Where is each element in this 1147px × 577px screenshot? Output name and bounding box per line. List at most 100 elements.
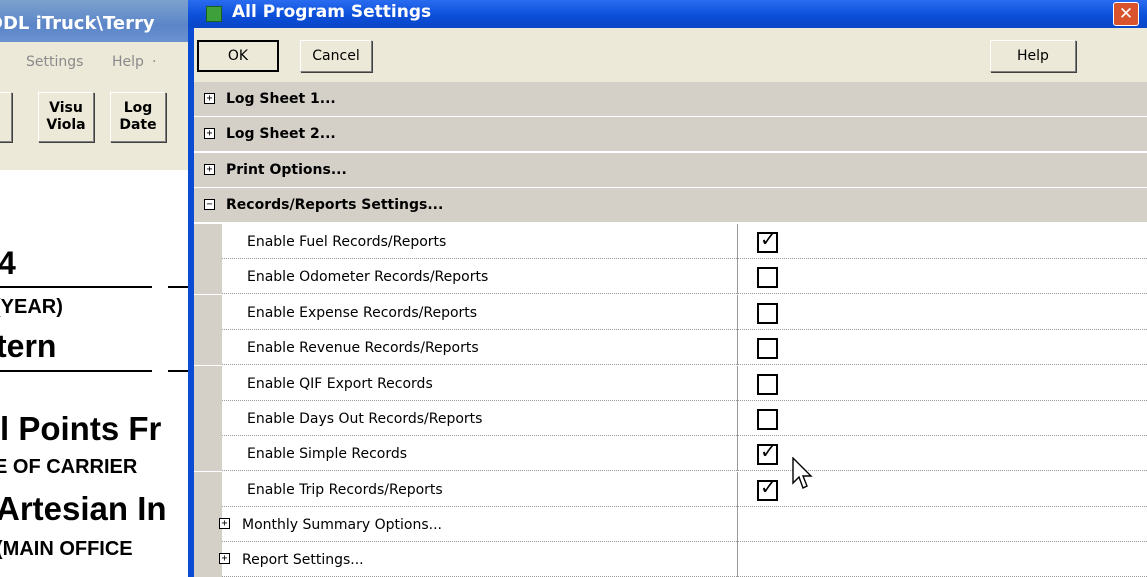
log-text-carrier: E OF CARRIER [0, 456, 138, 478]
row-margin [194, 472, 222, 507]
section-print-options[interactable]: + Print Options... [194, 153, 1147, 188]
background-toolbar: Visu Viola Log Date [0, 80, 200, 170]
setting-label: Enable QIF Export Records [247, 376, 433, 392]
setting-label: Enable Revenue Records/Reports [247, 340, 479, 356]
setting-row[interactable]: Enable Odometer Records/Reports [194, 259, 1147, 294]
setting-row[interactable]: Enable Fuel Records/Reports ✓ [194, 224, 1147, 259]
property-grid: + Log Sheet 1... + Log Sheet 2... + Prin… [194, 82, 1147, 577]
check-icon: ✓ [760, 475, 777, 499]
row-margin [194, 224, 222, 259]
subsection-label: Monthly Summary Options... [242, 517, 442, 533]
setting-row[interactable]: Enable Trip Records/Reports ✓ [194, 472, 1147, 507]
log-text-year-value: 4 [0, 245, 16, 281]
toolbar-button-label-bottom: Viola [46, 117, 86, 133]
setting-row[interactable]: Enable QIF Export Records [194, 366, 1147, 401]
section-label: Log Sheet 2... [226, 126, 336, 142]
subsection-label: Report Settings... [242, 552, 364, 568]
toolbar-button-label-top: Visu [49, 100, 83, 116]
subsection-monthly-summary[interactable]: + Monthly Summary Options... [194, 507, 1147, 542]
expand-icon[interactable]: + [219, 518, 230, 529]
log-underline [0, 286, 152, 288]
dialog-title: All Program Settings [232, 2, 432, 22]
setting-checkbox[interactable]: ✓ [757, 227, 778, 253]
settings-dialog: All Program Settings ✕ OK Cancel Help + … [188, 0, 1147, 577]
column-divider [737, 507, 738, 542]
column-divider [737, 259, 738, 294]
toolbar-button-partial[interactable] [0, 92, 12, 142]
help-button[interactable]: Help [990, 40, 1076, 72]
check-icon: ✓ [760, 439, 777, 463]
dialog-titlebar[interactable]: All Program Settings ✕ [188, 0, 1147, 28]
section-label: Records/Reports Settings... [226, 197, 444, 213]
setting-checkbox[interactable] [757, 267, 778, 288]
column-divider [737, 224, 738, 259]
row-margin [194, 542, 222, 577]
section-label: Log Sheet 1... [226, 91, 336, 107]
section-label: Print Options... [226, 162, 347, 178]
setting-checkbox[interactable]: ✓ [757, 475, 778, 501]
log-text-points: l Points Fr [0, 410, 162, 447]
collapse-icon[interactable]: − [204, 199, 215, 210]
setting-label: Enable Trip Records/Reports [247, 482, 443, 498]
section-log-sheet-2[interactable]: + Log Sheet 2... [194, 117, 1147, 152]
background-app-window: DDL iTruck\Terry Settings Help · Visu Vi… [0, 0, 200, 577]
toolbar-button-log-date[interactable]: Log Date [110, 92, 166, 142]
setting-row[interactable]: Enable Simple Records ✓ [194, 436, 1147, 471]
toolbar-button-label-top: Log [123, 100, 153, 116]
expand-icon[interactable]: + [204, 93, 215, 104]
app-icon [206, 6, 222, 22]
cancel-button[interactable]: Cancel [300, 40, 372, 72]
expand-icon[interactable]: + [204, 164, 215, 175]
expand-icon[interactable]: + [219, 553, 230, 564]
toolbar-button-visu-viola[interactable]: Visu Viola [38, 92, 94, 142]
log-text-timezone: tern [0, 328, 57, 364]
setting-checkbox[interactable] [757, 409, 778, 430]
menu-help-arrow-icon: · [152, 54, 157, 70]
expand-icon[interactable]: + [204, 128, 215, 139]
setting-row[interactable]: Enable Expense Records/Reports [194, 295, 1147, 330]
setting-label: Enable Days Out Records/Reports [247, 411, 483, 427]
column-divider [737, 472, 738, 507]
section-log-sheet-1[interactable]: + Log Sheet 1... [194, 82, 1147, 117]
row-margin [194, 366, 222, 401]
column-divider [737, 295, 738, 330]
column-divider [737, 330, 738, 365]
row-margin [194, 436, 222, 471]
setting-label: Enable Simple Records [247, 446, 408, 462]
log-underline [0, 370, 152, 372]
subsection-report-settings[interactable]: + Report Settings... [194, 542, 1147, 577]
row-margin [194, 295, 222, 330]
row-margin [194, 507, 222, 542]
toolbar-button-label-bottom: Date [119, 117, 157, 133]
column-divider [737, 401, 738, 436]
setting-checkbox[interactable] [757, 374, 778, 395]
column-divider [737, 542, 738, 577]
log-text-main-office: (MAIN OFFICE [0, 538, 133, 560]
setting-label: Enable Odometer Records/Reports [247, 269, 489, 285]
setting-label: Enable Expense Records/Reports [247, 305, 478, 321]
ok-button[interactable]: OK [197, 40, 279, 72]
row-margin [194, 259, 222, 294]
mouse-pointer-icon [792, 457, 813, 489]
check-icon: ✓ [760, 227, 777, 251]
setting-checkbox[interactable]: ✓ [757, 439, 778, 465]
background-menubar: Settings Help · [0, 42, 200, 81]
row-margin [194, 401, 222, 436]
column-divider [737, 436, 738, 471]
row-margin [194, 330, 222, 365]
close-icon[interactable]: ✕ [1113, 2, 1139, 26]
background-app-titlebar: DDL iTruck\Terry [0, 0, 200, 42]
setting-label: Enable Fuel Records/Reports [247, 234, 447, 250]
section-records-reports[interactable]: − Records/Reports Settings... [194, 188, 1147, 223]
dialog-button-bar: OK Cancel Help [194, 28, 1147, 82]
log-text-year-label: (YEAR) [0, 296, 63, 318]
setting-row[interactable]: Enable Days Out Records/Reports [194, 401, 1147, 436]
column-divider [737, 366, 738, 401]
menu-settings[interactable]: Settings [26, 54, 83, 70]
setting-row[interactable]: Enable Revenue Records/Reports [194, 330, 1147, 365]
setting-checkbox[interactable] [757, 338, 778, 359]
setting-checkbox[interactable] [757, 303, 778, 324]
log-text-carrier-name: Artesian In [0, 490, 167, 527]
menu-help[interactable]: Help [112, 54, 144, 70]
background-app-title: DDL iTruck\Terry [0, 13, 155, 34]
